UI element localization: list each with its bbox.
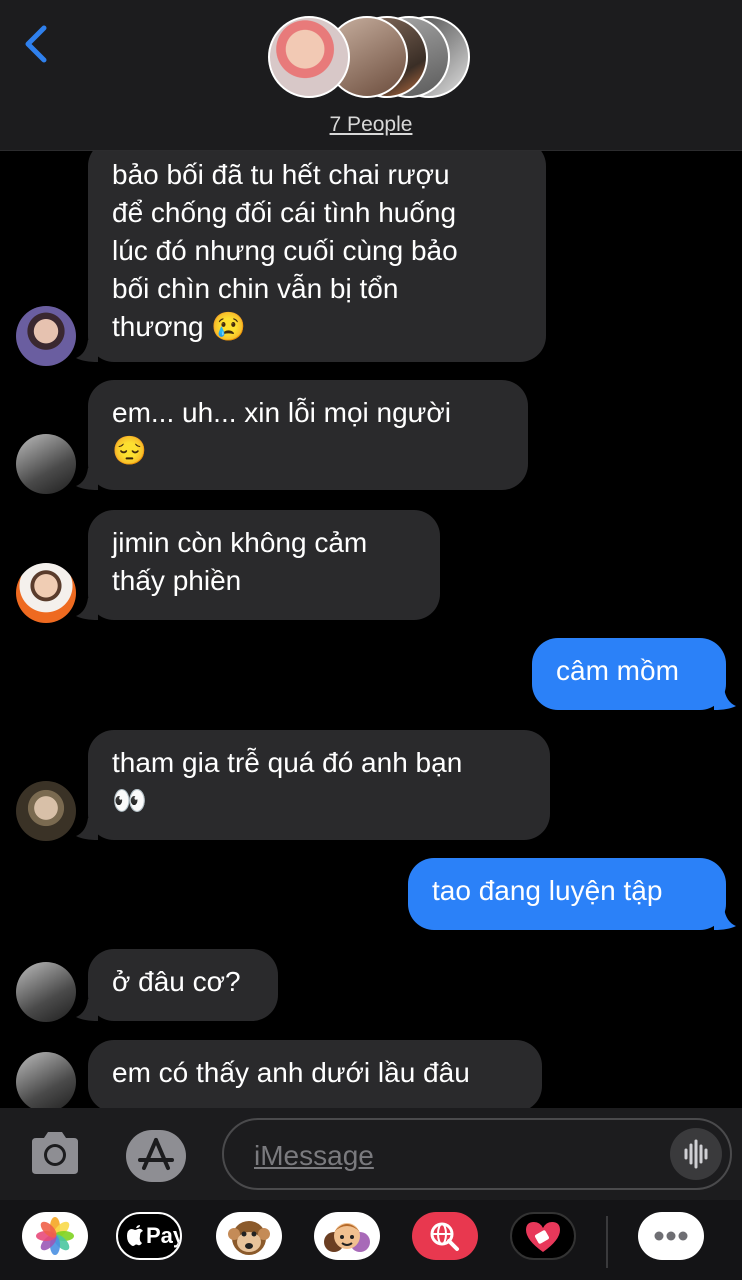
bubble-tail: [714, 908, 736, 930]
sender-avatar[interactable]: [16, 434, 76, 494]
message-text: em có thấy anh dưới lầu đâu: [112, 1057, 470, 1088]
memoji-icon[interactable]: [314, 1212, 380, 1260]
digital-touch-icon[interactable]: [510, 1212, 576, 1260]
message-text: 👀: [112, 785, 147, 816]
bubble-tail: [76, 468, 98, 490]
audio-waveform-button[interactable]: [670, 1128, 722, 1180]
apple-pay-icon[interactable]: Pay: [116, 1212, 182, 1260]
message-text: lúc đó nhưng cuối cùng bảo: [112, 235, 458, 266]
message-text: để chống đối cái tình huống: [112, 197, 457, 228]
message-text: ở đâu cơ?: [112, 966, 241, 997]
message-text: tao đang luyện tập: [432, 875, 663, 906]
bubble-tail: [76, 598, 98, 620]
group-members-link[interactable]: 7 People: [0, 113, 742, 137]
sender-avatar[interactable]: [16, 306, 76, 366]
waveform-icon: [684, 1139, 708, 1169]
message-text: thấy phiền: [112, 565, 242, 596]
web-search-icon[interactable]: [412, 1212, 478, 1260]
message-text: jimin còn không cảm: [112, 527, 368, 558]
received-message[interactable]: em... uh... xin lỗi mọi người 😔: [88, 380, 528, 490]
apple-pay-label: Pay: [146, 1223, 182, 1248]
received-message[interactable]: jimin còn không cảm thấy phiền: [88, 510, 440, 620]
bubble-tail: [714, 688, 736, 710]
sender-avatar[interactable]: [16, 1052, 76, 1112]
apple-logo-icon: [127, 1225, 143, 1246]
bubble-tail: [76, 818, 98, 840]
received-message[interactable]: ở đâu cơ?: [88, 949, 278, 1021]
message-text: em... uh... xin lỗi mọi người: [112, 397, 452, 428]
message-text: bảo bối đã tu hết chai rượu: [112, 159, 450, 190]
imessage-app-drawer: Pay: [0, 1200, 742, 1280]
bubble-tail: [76, 999, 98, 1021]
message-text: bối chìn chin vẫn bị tổn: [112, 273, 399, 304]
sender-avatar[interactable]: [16, 781, 76, 841]
back-chevron-icon[interactable]: [22, 24, 52, 64]
received-message[interactable]: bảo bối đã tu hết chai rượu để chống đối…: [88, 140, 546, 362]
received-message[interactable]: tham gia trễ quá đó anh bạn 👀: [88, 730, 550, 840]
app-store-icon[interactable]: [124, 1128, 188, 1184]
message-text: tham gia trễ quá đó anh bạn: [112, 747, 463, 778]
camera-icon[interactable]: [28, 1128, 82, 1178]
message-input-placeholder: iMessage: [254, 1140, 374, 1171]
received-message[interactable]: em có thấy anh dưới lầu đâu: [88, 1040, 542, 1112]
sender-avatar[interactable]: [16, 962, 76, 1022]
message-input[interactable]: iMessage: [222, 1118, 732, 1190]
more-icon[interactable]: [638, 1212, 704, 1260]
message-text: thương 😢: [112, 311, 247, 342]
message-text: câm mồm: [556, 655, 679, 686]
photos-icon[interactable]: [22, 1212, 88, 1260]
group-avatar-stack[interactable]: [268, 16, 478, 102]
sender-avatar[interactable]: [16, 563, 76, 623]
message-text: 😔: [112, 435, 147, 466]
sent-message[interactable]: câm mồm: [532, 638, 726, 710]
app-drawer-divider: [606, 1216, 608, 1268]
sent-message[interactable]: tao đang luyện tập: [408, 858, 726, 930]
conversation-header: 7 People: [0, 0, 742, 151]
bubble-tail: [76, 340, 98, 362]
animoji-icon[interactable]: [216, 1212, 282, 1260]
message-composer: iMessage Pay: [0, 1108, 742, 1280]
group-avatar: [268, 16, 350, 98]
